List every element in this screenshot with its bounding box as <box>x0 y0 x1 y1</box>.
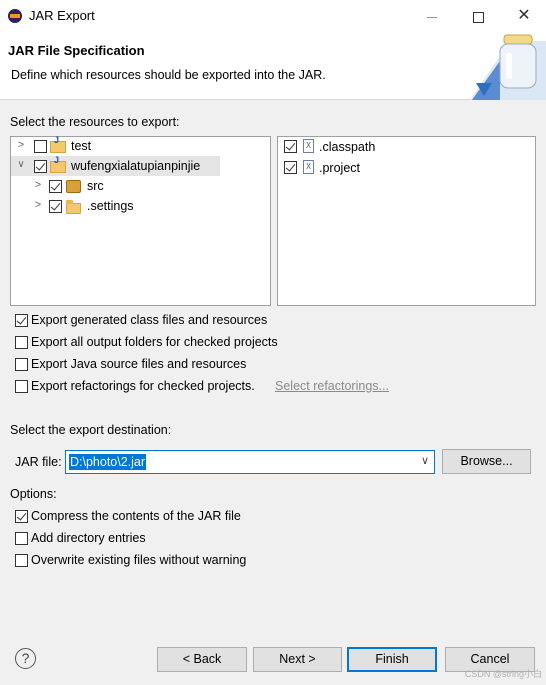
tree-checkbox-settings[interactable] <box>49 200 62 213</box>
jar-file-input[interactable]: D:\photo\2.jar <box>69 454 147 470</box>
minimize-button[interactable] <box>412 4 452 28</box>
file-item-classpath[interactable]: .classpath <box>319 140 375 154</box>
option-label: Overwrite existing files without warning <box>31 553 247 567</box>
option-label: Add directory entries <box>31 531 146 545</box>
checkbox[interactable] <box>15 336 28 349</box>
package-folder-icon <box>66 180 81 193</box>
wizard-header: JAR File Specification Define which reso… <box>0 33 546 100</box>
checkbox[interactable] <box>15 358 28 371</box>
select-refactorings-link[interactable]: Select refactorings... <box>275 379 389 393</box>
option-label: Compress the contents of the JAR file <box>31 509 241 523</box>
option-label: Export refactorings for checked projects… <box>31 379 255 393</box>
watermark: CSDN @string小白 <box>464 669 542 679</box>
option-directory-entries[interactable]: Add directory entries <box>15 531 255 547</box>
jar-banner-icon <box>470 34 546 100</box>
java-project-icon <box>50 155 66 173</box>
window-title: JAR Export <box>29 8 95 23</box>
file-checkbox-project[interactable] <box>284 161 297 174</box>
option-export-java-source[interactable]: Export Java source files and resources <box>15 357 315 373</box>
tree-item-test[interactable]: test <box>71 139 91 153</box>
jar-file-label: JAR file: <box>15 455 62 469</box>
jar-file-combo[interactable]: D:\photo\2.jar ∨ <box>65 450 435 474</box>
chevron-down-icon[interactable]: ∨ <box>421 454 429 467</box>
close-icon: ✕ <box>517 7 531 24</box>
checkbox[interactable] <box>15 380 28 393</box>
option-label: Export all output folders for checked pr… <box>31 335 278 349</box>
browse-button[interactable]: Browse... <box>442 449 531 474</box>
finish-button[interactable]: Finish <box>347 647 437 672</box>
tree-item-settings[interactable]: .settings <box>87 199 134 213</box>
minimize-icon <box>427 16 437 18</box>
tree-item-project[interactable]: wufengxialatupianpinjie <box>71 159 200 173</box>
checkbox[interactable] <box>15 532 28 545</box>
option-export-output-folders[interactable]: Export all output folders for checked pr… <box>15 335 315 351</box>
option-export-refactorings[interactable]: Export refactorings for checked projects… <box>15 379 275 395</box>
maximize-button[interactable] <box>458 4 498 28</box>
checkbox[interactable] <box>15 510 28 523</box>
eclipse-app-icon <box>8 9 22 23</box>
maximize-icon <box>472 11 484 23</box>
destination-label: Select the export destination: <box>10 423 172 437</box>
options-label: Options: <box>10 487 57 501</box>
tree-checkbox-project[interactable] <box>34 160 47 173</box>
file-checkbox-classpath[interactable] <box>284 140 297 153</box>
checkbox[interactable] <box>15 314 28 327</box>
option-compress[interactable]: Compress the contents of the JAR file <box>15 509 255 525</box>
tree-item-src[interactable]: src <box>87 179 104 193</box>
expand-icon[interactable]: > <box>16 139 26 151</box>
expand-icon[interactable]: > <box>33 199 43 211</box>
option-label: Export Java source files and resources <box>31 357 247 371</box>
project-icon <box>50 135 66 153</box>
tree-checkbox-test[interactable] <box>34 140 47 153</box>
page-title: JAR File Specification <box>8 43 145 58</box>
xml-file-icon: X <box>303 160 314 174</box>
page-description: Define which resources should be exporte… <box>11 68 326 82</box>
back-button[interactable]: < Back <box>157 647 247 672</box>
folder-icon <box>66 200 81 214</box>
option-overwrite[interactable]: Overwrite existing files without warning <box>15 553 275 569</box>
file-item-project[interactable]: .project <box>319 161 360 175</box>
next-button[interactable]: Next > <box>253 647 342 672</box>
option-label: Export generated class files and resourc… <box>31 313 268 327</box>
file-list[interactable]: X .classpath X .project <box>277 136 536 306</box>
resource-tree[interactable]: > test ∨ wufengxialatupianpinjie > src >… <box>10 135 271 306</box>
close-button[interactable]: ✕ <box>504 4 544 28</box>
option-export-class-files[interactable]: Export generated class files and resourc… <box>15 313 315 329</box>
collapse-icon[interactable]: ∨ <box>16 159 26 170</box>
tree-checkbox-src[interactable] <box>49 180 62 193</box>
title-bar: JAR Export ✕ <box>0 0 546 33</box>
checkbox[interactable] <box>15 554 28 567</box>
resources-label: Select the resources to export: <box>10 115 180 129</box>
help-icon[interactable]: ? <box>15 648 36 669</box>
xml-file-icon: X <box>303 139 314 153</box>
expand-icon[interactable]: > <box>33 179 43 191</box>
